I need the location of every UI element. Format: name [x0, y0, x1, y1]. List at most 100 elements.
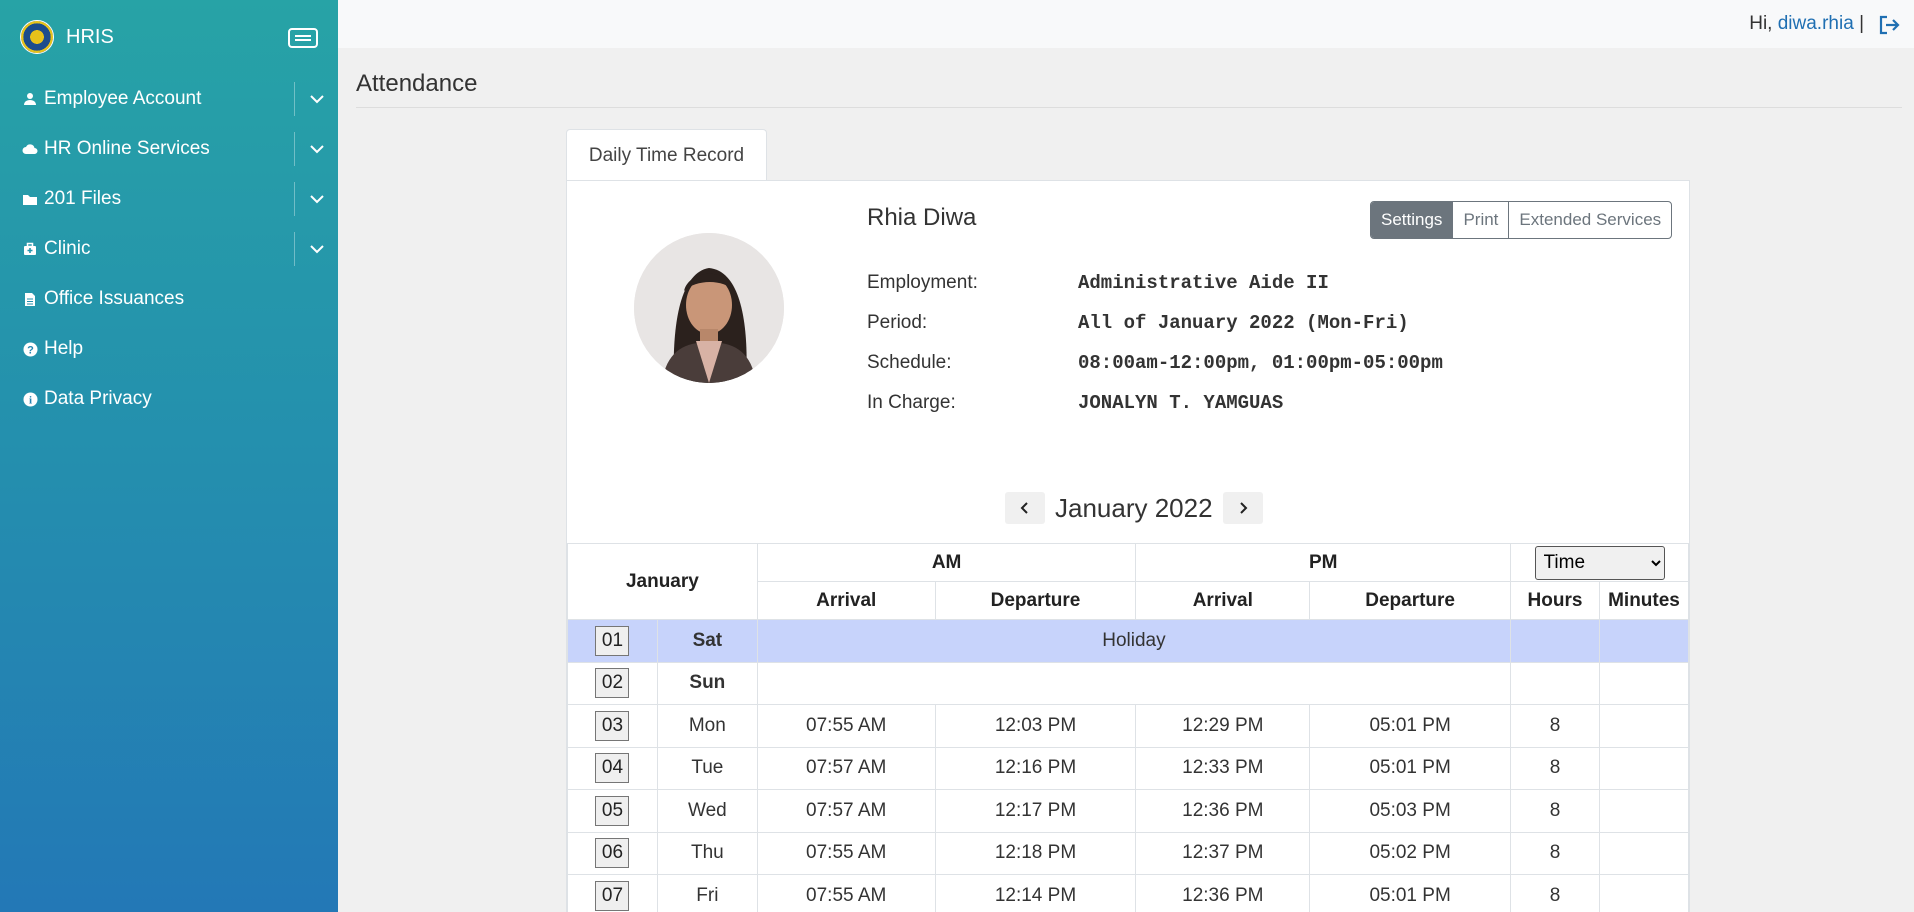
table-row: 07 Fri 07:55 AM 12:14 PM 12:36 PM 05:01 … [567, 874, 1690, 912]
username-link[interactable]: diwa.rhia [1778, 13, 1854, 34]
period-row: Period: All of January 2022 (Mon-Fri) [867, 303, 1443, 343]
sidebar-item-label: Employee Account [44, 88, 202, 109]
print-button[interactable]: Print [1452, 202, 1508, 238]
day-button[interactable]: 03 [595, 710, 630, 741]
month-navigator: January 2022 [1005, 492, 1263, 524]
sidebar: HRIS Employee Account HR Online Services… [0, 0, 338, 912]
day-button[interactable]: 07 [595, 880, 630, 911]
period-label: Period: [867, 312, 928, 333]
am-arrival-cell: 07:55 AM [756, 704, 936, 748]
pm-departure-cell: 05:01 PM [1309, 704, 1512, 748]
weekday-cell: Sat [656, 619, 758, 663]
table-row: 03 Mon 07:55 AM 12:03 PM 12:29 PM 05:01 … [567, 704, 1690, 748]
am-arrival-cell: 07:57 AM [756, 746, 936, 790]
pm-arrival-header: Arrival [1135, 581, 1311, 620]
sidebar-item-help[interactable]: ? Help [0, 324, 338, 374]
hours-cell: 8 [1510, 789, 1600, 833]
sidebar-item-employee-account[interactable]: Employee Account [0, 74, 338, 124]
logout-icon[interactable] [1878, 14, 1900, 36]
chevron-left-icon [1020, 502, 1028, 514]
table-row: 06 Thu 07:55 AM 12:18 PM 12:37 PM 05:02 … [567, 831, 1690, 875]
display-mode-select[interactable]: Time [1534, 545, 1665, 580]
minutes-header: Minutes [1598, 581, 1690, 620]
sidebar-item-label: Help [44, 338, 84, 359]
weekday-cell: Tue [656, 746, 758, 790]
next-month-button[interactable] [1222, 492, 1263, 524]
schedule-row: Schedule: 08:00am-12:00pm, 01:00pm-05:00… [867, 343, 1443, 383]
weekday-cell: Wed [656, 789, 758, 833]
extended-services-button[interactable]: Extended Services [1508, 202, 1671, 238]
topbar: Hi, diwa.rhia | [338, 0, 1914, 48]
pm-arrival-cell: 12:36 PM [1135, 874, 1311, 912]
hours-header: Hours [1510, 581, 1600, 620]
minutes-cell [1598, 619, 1690, 663]
employment-label: Employment: [867, 272, 978, 293]
chevron-down-icon[interactable] [294, 232, 338, 266]
in-charge-row: In Charge: JONALYN T. YAMGUAS [867, 383, 1443, 423]
sidebar-item-office-issuances[interactable]: Office Issuances [0, 274, 338, 324]
am-arrival-cell: 07:55 AM [756, 831, 936, 875]
employee-name: Rhia Diwa [867, 204, 977, 231]
day-button[interactable]: 04 [595, 753, 630, 784]
sidebar-item-label: HR Online Services [44, 138, 210, 159]
chevron-down-icon[interactable] [294, 82, 338, 116]
am-departure-header: Departure [934, 581, 1137, 620]
pm-departure-cell: 05:01 PM [1309, 874, 1512, 912]
in-charge-label: In Charge: [867, 392, 956, 413]
sidebar-item-hr-online-services[interactable]: HR Online Services [0, 124, 338, 174]
sidebar-item-label: Data Privacy [44, 388, 152, 409]
pm-header: PM [1135, 543, 1512, 582]
employment-value: Administrative Aide II [1078, 272, 1329, 294]
briefcase-medical-icon [22, 242, 38, 256]
hours-cell [1510, 619, 1600, 663]
menu-toggle-icon[interactable] [288, 28, 318, 48]
table-row: 04 Tue 07:57 AM 12:16 PM 12:33 PM 05:01 … [567, 746, 1690, 790]
logo [20, 20, 54, 54]
sidebar-item-data-privacy[interactable]: i Data Privacy [0, 374, 338, 424]
folder-icon [22, 193, 38, 206]
chevron-down-icon[interactable] [294, 182, 338, 216]
svg-text:i: i [28, 394, 31, 406]
settings-button[interactable]: Settings [1371, 202, 1453, 238]
action-button-group: Settings Print Extended Services [1370, 201, 1673, 239]
day-button[interactable]: 05 [595, 795, 630, 826]
minutes-cell [1598, 874, 1690, 912]
minutes-cell [1598, 746, 1690, 790]
employment-row: Employment: Administrative Aide II [867, 263, 1443, 303]
tab-daily-time-record[interactable]: Daily Time Record [566, 129, 767, 181]
prev-month-button[interactable] [1005, 492, 1045, 524]
am-arrival-cell: 07:57 AM [756, 789, 936, 833]
month-header: January [567, 543, 758, 620]
month-label: January 2022 [1055, 492, 1213, 523]
divider [356, 107, 1902, 108]
hours-cell [1510, 661, 1600, 705]
pm-arrival-cell: 12:33 PM [1135, 746, 1311, 790]
svg-text:?: ? [27, 344, 34, 356]
day-button[interactable]: 02 [595, 668, 630, 699]
schedule-value: 08:00am-12:00pm, 01:00pm-05:00pm [1078, 352, 1443, 374]
pm-arrival-cell: 12:36 PM [1135, 789, 1311, 833]
sidebar-item-clinic[interactable]: Clinic [0, 224, 338, 274]
page-title: Attendance [356, 70, 478, 97]
hours-cell: 8 [1510, 704, 1600, 748]
pm-departure-header: Departure [1309, 581, 1512, 620]
empty-cell [756, 661, 1512, 705]
sidebar-item-label: 201 Files [44, 188, 122, 209]
table-row: 01 Sat Holiday [567, 619, 1690, 663]
brand: HRIS [0, 0, 338, 74]
chevron-down-icon[interactable] [294, 132, 338, 166]
hours-cell: 8 [1510, 746, 1600, 790]
file-icon [22, 292, 38, 307]
display-mode-cell: Time [1510, 543, 1689, 582]
am-departure-cell: 12:17 PM [934, 789, 1137, 833]
table-row: 02 Sun [567, 661, 1690, 705]
employee-info: Employment: Administrative Aide II Perio… [867, 263, 1443, 423]
chevron-right-icon [1239, 502, 1247, 514]
am-departure-cell: 12:18 PM [934, 831, 1137, 875]
info-circle-icon: i [22, 392, 38, 407]
day-button[interactable]: 01 [595, 625, 630, 656]
sidebar-item-label: Clinic [44, 238, 91, 259]
sidebar-item-201-files[interactable]: 201 Files [0, 174, 338, 224]
hours-cell: 8 [1510, 874, 1600, 912]
day-button[interactable]: 06 [595, 838, 630, 869]
